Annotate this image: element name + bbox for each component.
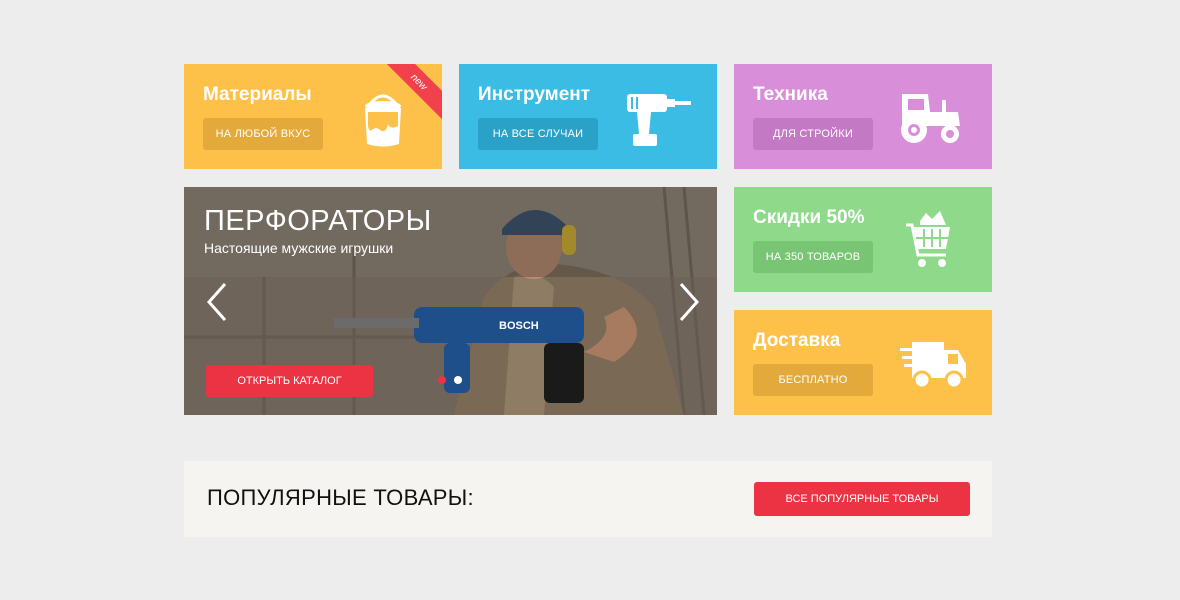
- tile-discount-title: Скидки 50%: [753, 207, 865, 228]
- slider-dot[interactable]: [454, 376, 462, 384]
- tile-tools-button[interactable]: НА ВСЕ СЛУЧАИ: [478, 118, 598, 150]
- paint-bucket-icon: [365, 94, 401, 147]
- tile-machinery-title: Техника: [753, 84, 828, 105]
- tile-tools-title: Инструмент: [478, 84, 591, 105]
- all-popular-button[interactable]: ВСЕ ПОПУЛЯРНЫЕ ТОВАРЫ: [754, 482, 970, 516]
- tile-discount[interactable]: Скидки 50% НА 350 ТОВАРОВ: [734, 187, 992, 292]
- tile-discount-button[interactable]: НА 350 ТОВАРОВ: [753, 241, 873, 273]
- chevron-left-icon[interactable]: [206, 282, 228, 322]
- tile-machinery[interactable]: Техника ДЛЯ СТРОЙКИ: [734, 64, 992, 169]
- tile-delivery-title: Доставка: [753, 330, 841, 351]
- tile-materials[interactable]: Материалы НА ЛЮБОЙ ВКУС new: [184, 64, 442, 169]
- chevron-right-icon[interactable]: [678, 282, 700, 322]
- tile-tools[interactable]: Инструмент НА ВСЕ СЛУЧАИ: [459, 64, 717, 169]
- shopping-cart-icon: [906, 211, 950, 267]
- tile-materials-title: Материалы: [203, 84, 312, 105]
- drill-icon: [627, 94, 691, 146]
- drill-brand-label: BOSCH: [499, 320, 539, 332]
- tile-machinery-button[interactable]: ДЛЯ СТРОЙКИ: [753, 118, 873, 150]
- popular-title: ПОПУЛЯРНЫЕ ТОВАРЫ:: [207, 485, 474, 510]
- tile-materials-button[interactable]: НА ЛЮБОЙ ВКУС: [203, 118, 323, 150]
- tractor-icon: [901, 94, 960, 143]
- hero-banner[interactable]: BOSCH ПЕРФОРАТОРЫ Настоящие мужские игру…: [184, 187, 717, 415]
- tile-delivery-button[interactable]: БЕСПЛАТНО: [753, 364, 873, 396]
- banner-subtitle: Настоящие мужские игрушки: [204, 240, 394, 256]
- banner-title: ПЕРФОРАТОРЫ: [204, 205, 432, 237]
- delivery-truck-icon: [900, 342, 966, 390]
- tile-delivery[interactable]: Доставка БЕСПЛАТНО: [734, 310, 992, 415]
- popular-products-bar: ПОПУЛЯРНЫЕ ТОВАРЫ: ВСЕ ПОПУЛЯРНЫЕ ТОВАРЫ: [184, 461, 992, 537]
- slider-dot-active[interactable]: [438, 376, 446, 384]
- open-catalog-button[interactable]: ОТКРЫТЬ КАТАЛОГ: [206, 365, 373, 397]
